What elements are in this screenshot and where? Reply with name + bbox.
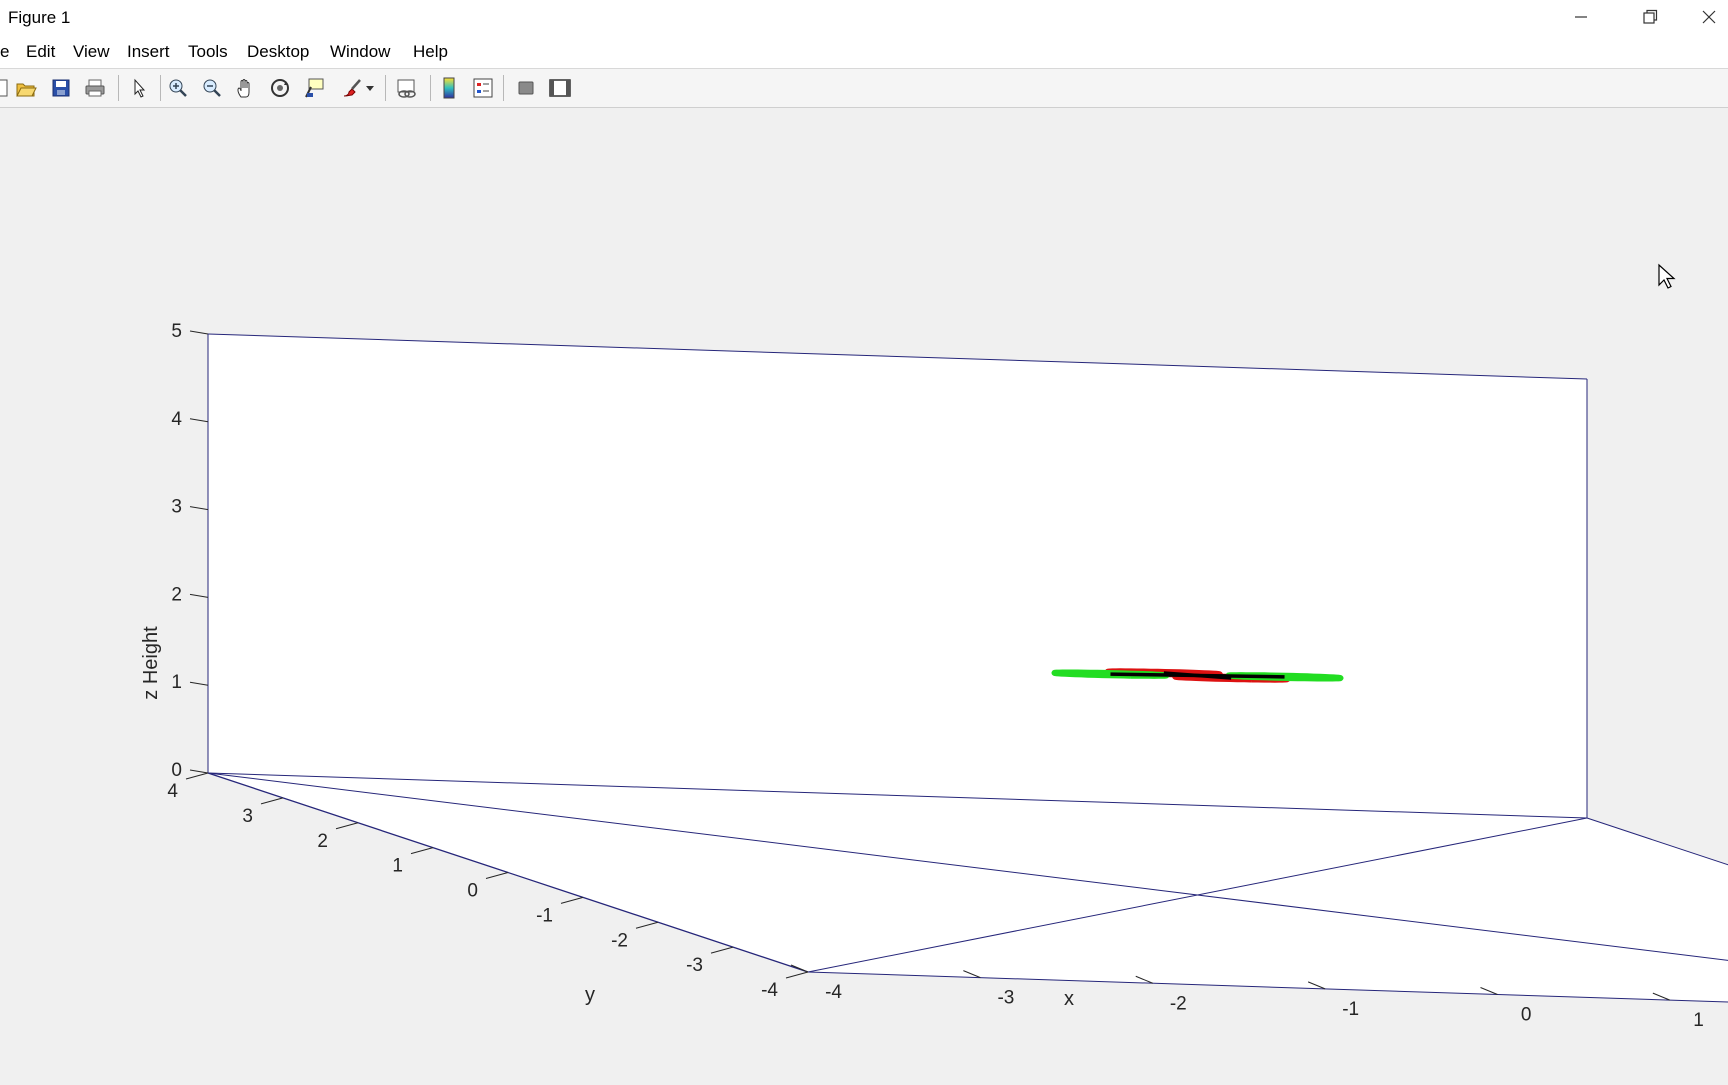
title-bar: Figure 1 (0, 0, 1728, 34)
menu-window[interactable]: Window (330, 42, 390, 62)
x-tick-label: 0 (1521, 1005, 1532, 1026)
menu-desktop[interactable]: Desktop (247, 42, 309, 62)
y-tick-label: 2 (317, 831, 328, 852)
y-tick-label: -2 (611, 930, 628, 951)
close-icon (1702, 10, 1716, 24)
hide-plot-tools-icon[interactable] (511, 73, 541, 103)
rotate-3d-icon[interactable] (265, 73, 295, 103)
open-file-icon[interactable] (11, 73, 41, 103)
y-tick-label: 4 (167, 781, 178, 802)
y-tick-label: -1 (536, 905, 553, 926)
close-button[interactable] (1690, 0, 1728, 34)
x-tick-label: -2 (1170, 993, 1187, 1014)
y-tick-label: 0 (467, 881, 478, 902)
y-tick (485, 872, 509, 879)
z-tick (189, 769, 209, 774)
y-tick (410, 847, 434, 855)
z-tick-label: 0 (171, 760, 182, 781)
menu-tools[interactable]: Tools (188, 42, 228, 62)
x-axis-label: x (1064, 988, 1074, 1010)
zoom-out-icon[interactable] (197, 73, 227, 103)
toolbar-separator (160, 75, 161, 101)
menu-help[interactable]: Help (413, 42, 448, 62)
window-title: Figure 1 (8, 8, 71, 27)
zoom-in-icon[interactable] (163, 73, 193, 103)
y-tick (710, 946, 734, 954)
y-tick-label: -3 (686, 955, 703, 976)
z-tick (189, 330, 209, 335)
menu-insert[interactable]: Insert (127, 42, 170, 62)
x-tick-label: 1 (1693, 1010, 1704, 1031)
z-tick-label: 3 (171, 497, 182, 518)
z-tick (189, 418, 209, 423)
z-tick (189, 593, 209, 598)
print-icon[interactable] (80, 73, 110, 103)
axes-background (208, 334, 1728, 1003)
z-tick-label: 5 (171, 321, 182, 342)
minimize-button[interactable] (1552, 0, 1610, 34)
y-tick (185, 772, 209, 780)
toolbar-separator (118, 75, 119, 101)
save-icon[interactable] (46, 73, 76, 103)
x-tick-label: -1 (1342, 999, 1359, 1020)
figure-toolbar (0, 69, 1728, 108)
pointer-icon[interactable] (124, 73, 154, 103)
brush-dropdown-icon[interactable] (363, 73, 377, 103)
y-tick (335, 822, 359, 830)
toolbar-separator (430, 75, 431, 101)
menu-edit[interactable]: Edit (26, 42, 55, 62)
restore-button[interactable] (1621, 0, 1679, 34)
data-cursor-icon[interactable] (299, 73, 329, 103)
colorbar-icon[interactable] (434, 73, 464, 103)
z-axis-label: z Height (140, 626, 162, 700)
toolbar-separator (385, 75, 386, 101)
y-tick-label: 3 (242, 806, 253, 827)
3d-axes[interactable]: 012345-4-3-2-101234-4-3-2-101234z Height… (0, 108, 1728, 1080)
y-tick (560, 896, 584, 904)
legend-icon[interactable] (468, 73, 498, 103)
y-tick (635, 921, 659, 929)
menu-file[interactable]: e (0, 42, 9, 62)
menu-view[interactable]: View (73, 42, 110, 62)
z-tick-label: 2 (171, 584, 182, 605)
z-tick-label: 4 (171, 409, 182, 430)
restore-icon (1643, 9, 1658, 24)
mouse-cursor-icon (1658, 263, 1676, 289)
z-tick-label: 1 (171, 672, 182, 693)
toolbar-separator (503, 75, 504, 101)
y-axis-label: y (585, 984, 595, 1006)
minimize-icon (1575, 16, 1587, 18)
menu-bar: e Edit View Insert Tools Desktop Window … (0, 34, 1728, 69)
show-plot-tools-icon[interactable] (545, 73, 575, 103)
x-tick-label: -4 (825, 982, 842, 1003)
figure-canvas[interactable]: 012345-4-3-2-101234-4-3-2-101234z Height… (0, 108, 1728, 1080)
link-plot-icon[interactable] (392, 73, 422, 103)
z-tick (189, 681, 209, 686)
z-tick (189, 506, 209, 511)
y-tick (785, 971, 809, 979)
brush-icon[interactable] (336, 73, 366, 103)
pan-icon[interactable] (231, 73, 261, 103)
x-tick-label: -3 (997, 988, 1014, 1009)
y-tick (260, 797, 284, 805)
y-tick-label: -4 (761, 980, 778, 1001)
y-tick-label: 1 (392, 856, 403, 877)
